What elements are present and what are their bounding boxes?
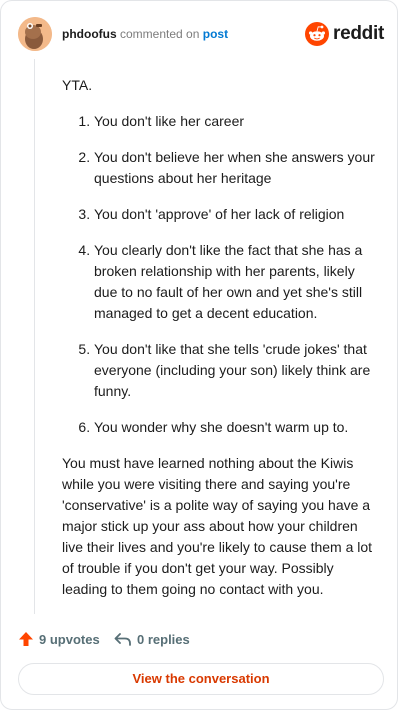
upvote-button[interactable]: 9 upvotes <box>18 629 100 649</box>
list-item: You don't like her career <box>94 111 380 132</box>
comment-header: phdoofus commented on post reddit <box>18 17 384 51</box>
author-line: phdoofus commented on post <box>62 27 228 41</box>
comment-outro: You must have learned nothing about the … <box>62 455 373 597</box>
snoo-avatar-icon <box>18 17 52 51</box>
commented-on-label: commented on <box>120 27 200 41</box>
upvote-arrow-icon <box>19 632 33 646</box>
list-item: You wonder why she doesn't warm up to. <box>94 417 380 438</box>
view-conversation-button[interactable]: View the conversation <box>18 663 384 695</box>
author-name[interactable]: phdoofus <box>62 27 117 41</box>
upvote-count: 9 upvotes <box>39 631 100 647</box>
comment-body: YTA. You don't like her career You don't… <box>62 75 380 600</box>
comment-intro: YTA. <box>62 77 93 93</box>
list-item: You don't 'approve' of her lack of relig… <box>94 204 380 225</box>
reply-button[interactable]: 0 replies <box>114 629 190 649</box>
post-link[interactable]: post <box>203 27 228 41</box>
list-item: You don't believe her when she answers y… <box>94 147 380 189</box>
reddit-logo-icon <box>305 22 330 46</box>
list-item: You don't like that she tells 'crude jok… <box>94 339 380 402</box>
reply-arrow-icon <box>114 633 131 646</box>
reply-count: 0 replies <box>137 631 190 647</box>
avatar[interactable] <box>18 17 52 51</box>
reddit-brand[interactable]: reddit <box>305 21 384 47</box>
comment-actions: 9 upvotes 0 replies <box>18 629 384 649</box>
thread-line[interactable] <box>34 59 35 614</box>
reasons-list: You don't like her career You don't beli… <box>62 111 380 438</box>
brand-wordmark: reddit <box>333 23 384 44</box>
list-item: You clearly don't like the fact that she… <box>94 240 380 324</box>
comment-card: phdoofus commented on post reddit YTA. Y… <box>0 0 398 710</box>
